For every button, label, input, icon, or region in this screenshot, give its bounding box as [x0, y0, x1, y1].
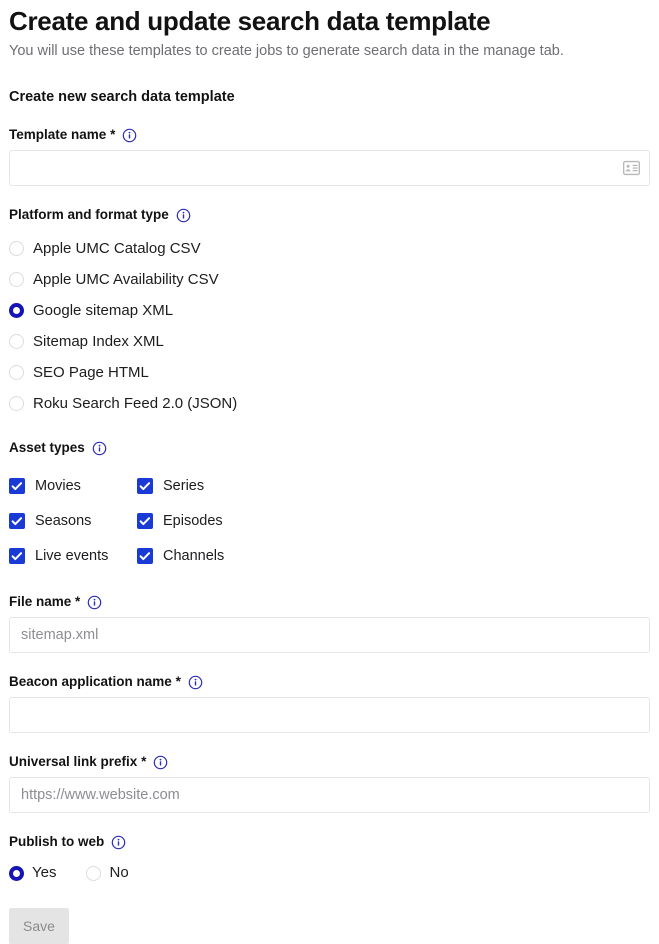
radio-option-apple-umc-availability-csv[interactable]: Apple UMC Availability CSV: [9, 264, 650, 295]
info-circle-icon[interactable]: [111, 835, 126, 850]
checkbox-option-channels[interactable]: Channels: [137, 538, 650, 573]
publish-to-web-label-row: Publish to web: [9, 834, 650, 857]
checkmark-icon[interactable]: [9, 547, 25, 564]
radio-label: Roku Search Feed 2.0 (JSON): [33, 394, 238, 412]
radio-mark[interactable]: [9, 365, 24, 380]
checkmark-icon[interactable]: [9, 512, 25, 529]
page-subtitle: You will use these templates to create j…: [9, 43, 564, 59]
asset-types-label-row: Asset types: [9, 440, 650, 463]
template-name-input[interactable]: [9, 150, 650, 186]
platform-format-label-row: Platform and format type: [9, 207, 650, 230]
platform-format-radio-group: Apple UMC Catalog CSV Apple UMC Availabi…: [9, 230, 650, 419]
radio-label: Yes: [32, 864, 57, 881]
universal-link-prefix-input[interactable]: [9, 777, 650, 813]
field-platform-format-type: Platform and format type Apple UMC Catal…: [9, 186, 650, 419]
radio-mark[interactable]: [9, 396, 24, 411]
radio-mark-selected[interactable]: [9, 303, 24, 318]
info-circle-icon[interactable]: [153, 755, 168, 770]
field-asset-types: Asset types Movies Series Seasons Episod…: [9, 419, 650, 573]
radio-label: Apple UMC Catalog CSV: [33, 239, 201, 257]
checkbox-label: Episodes: [163, 512, 223, 529]
radio-option-roku-search-feed[interactable]: Roku Search Feed 2.0 (JSON): [9, 388, 650, 419]
asset-types-label: Asset types: [9, 440, 85, 455]
info-circle-icon[interactable]: [188, 675, 203, 690]
page-title: Create and update search data template: [9, 6, 491, 36]
radio-option-apple-umc-catalog-csv[interactable]: Apple UMC Catalog CSV: [9, 233, 650, 264]
radio-label: Sitemap Index XML: [33, 332, 164, 350]
section-heading: Create new search data template: [9, 89, 235, 105]
radio-option-seo-page-html[interactable]: SEO Page HTML: [9, 357, 650, 388]
file-name-label-row: File name *: [9, 594, 650, 617]
file-name-input-wrap: [9, 617, 650, 653]
checkbox-option-episodes[interactable]: Episodes: [137, 503, 650, 538]
checkbox-label: Series: [163, 477, 205, 494]
universal-link-prefix-input-wrap: [9, 777, 650, 813]
checkmark-icon[interactable]: [137, 512, 153, 529]
platform-format-label: Platform and format type: [9, 207, 169, 222]
field-publish-to-web: Publish to web Yes No: [9, 813, 650, 882]
radio-mark[interactable]: [9, 272, 24, 287]
template-name-label-row: Template name *: [9, 127, 650, 150]
field-beacon-application-name: Beacon application name *: [9, 653, 650, 733]
beacon-application-name-label: Beacon application name *: [9, 674, 181, 689]
checkmark-icon[interactable]: [137, 477, 153, 494]
universal-link-prefix-label: Universal link prefix *: [9, 754, 147, 769]
info-circle-icon[interactable]: [92, 441, 107, 456]
checkmark-icon[interactable]: [137, 547, 153, 564]
checkbox-label: Movies: [35, 477, 81, 494]
radio-option-sitemap-index-xml[interactable]: Sitemap Index XML: [9, 326, 650, 357]
checkbox-label: Seasons: [35, 512, 92, 529]
file-name-label: File name *: [9, 594, 81, 609]
checkbox-label: Live events: [35, 547, 109, 564]
beacon-application-name-input-wrap: [9, 697, 650, 733]
checkbox-label: Channels: [163, 547, 225, 564]
template-name-label: Template name *: [9, 127, 116, 142]
radio-mark[interactable]: [9, 241, 24, 256]
beacon-application-name-input[interactable]: [9, 697, 650, 733]
radio-mark[interactable]: [86, 865, 102, 881]
radio-label: No: [109, 864, 129, 881]
radio-option-publish-yes[interactable]: Yes: [9, 864, 56, 882]
form-actions: Save: [9, 882, 650, 944]
radio-mark[interactable]: [9, 334, 24, 349]
create-search-data-template-page: Create and update search data template Y…: [0, 0, 659, 944]
radio-label: Google sitemap XML: [33, 301, 174, 319]
file-name-input[interactable]: [9, 617, 650, 653]
info-circle-icon[interactable]: [87, 595, 102, 610]
radio-mark-selected[interactable]: [9, 865, 24, 881]
publish-to-web-radio-group: Yes No: [9, 857, 650, 882]
field-file-name: File name *: [9, 573, 650, 653]
field-template-name: Template name *: [9, 106, 650, 186]
info-circle-icon[interactable]: [176, 208, 191, 223]
checkbox-option-seasons[interactable]: Seasons: [9, 503, 137, 538]
checkbox-option-movies[interactable]: Movies: [9, 468, 137, 503]
radio-option-publish-no[interactable]: No: [86, 864, 129, 882]
field-universal-link-prefix: Universal link prefix *: [9, 733, 650, 813]
checkbox-option-live-events[interactable]: Live events: [9, 538, 137, 573]
info-circle-icon[interactable]: [122, 128, 137, 143]
radio-label: Apple UMC Availability CSV: [33, 270, 219, 288]
publish-to-web-label: Publish to web: [9, 834, 105, 849]
universal-link-prefix-label-row: Universal link prefix *: [9, 754, 650, 777]
template-name-input-wrap: [9, 150, 650, 186]
checkbox-option-series[interactable]: Series: [137, 468, 650, 503]
radio-option-google-sitemap-xml[interactable]: Google sitemap XML: [9, 295, 650, 326]
checkmark-icon[interactable]: [9, 477, 25, 494]
address-card-icon[interactable]: [622, 160, 641, 176]
radio-label: SEO Page HTML: [33, 363, 149, 381]
asset-types-checkbox-group: Movies Series Seasons Episodes Live even…: [9, 463, 650, 573]
beacon-application-name-label-row: Beacon application name *: [9, 674, 650, 697]
